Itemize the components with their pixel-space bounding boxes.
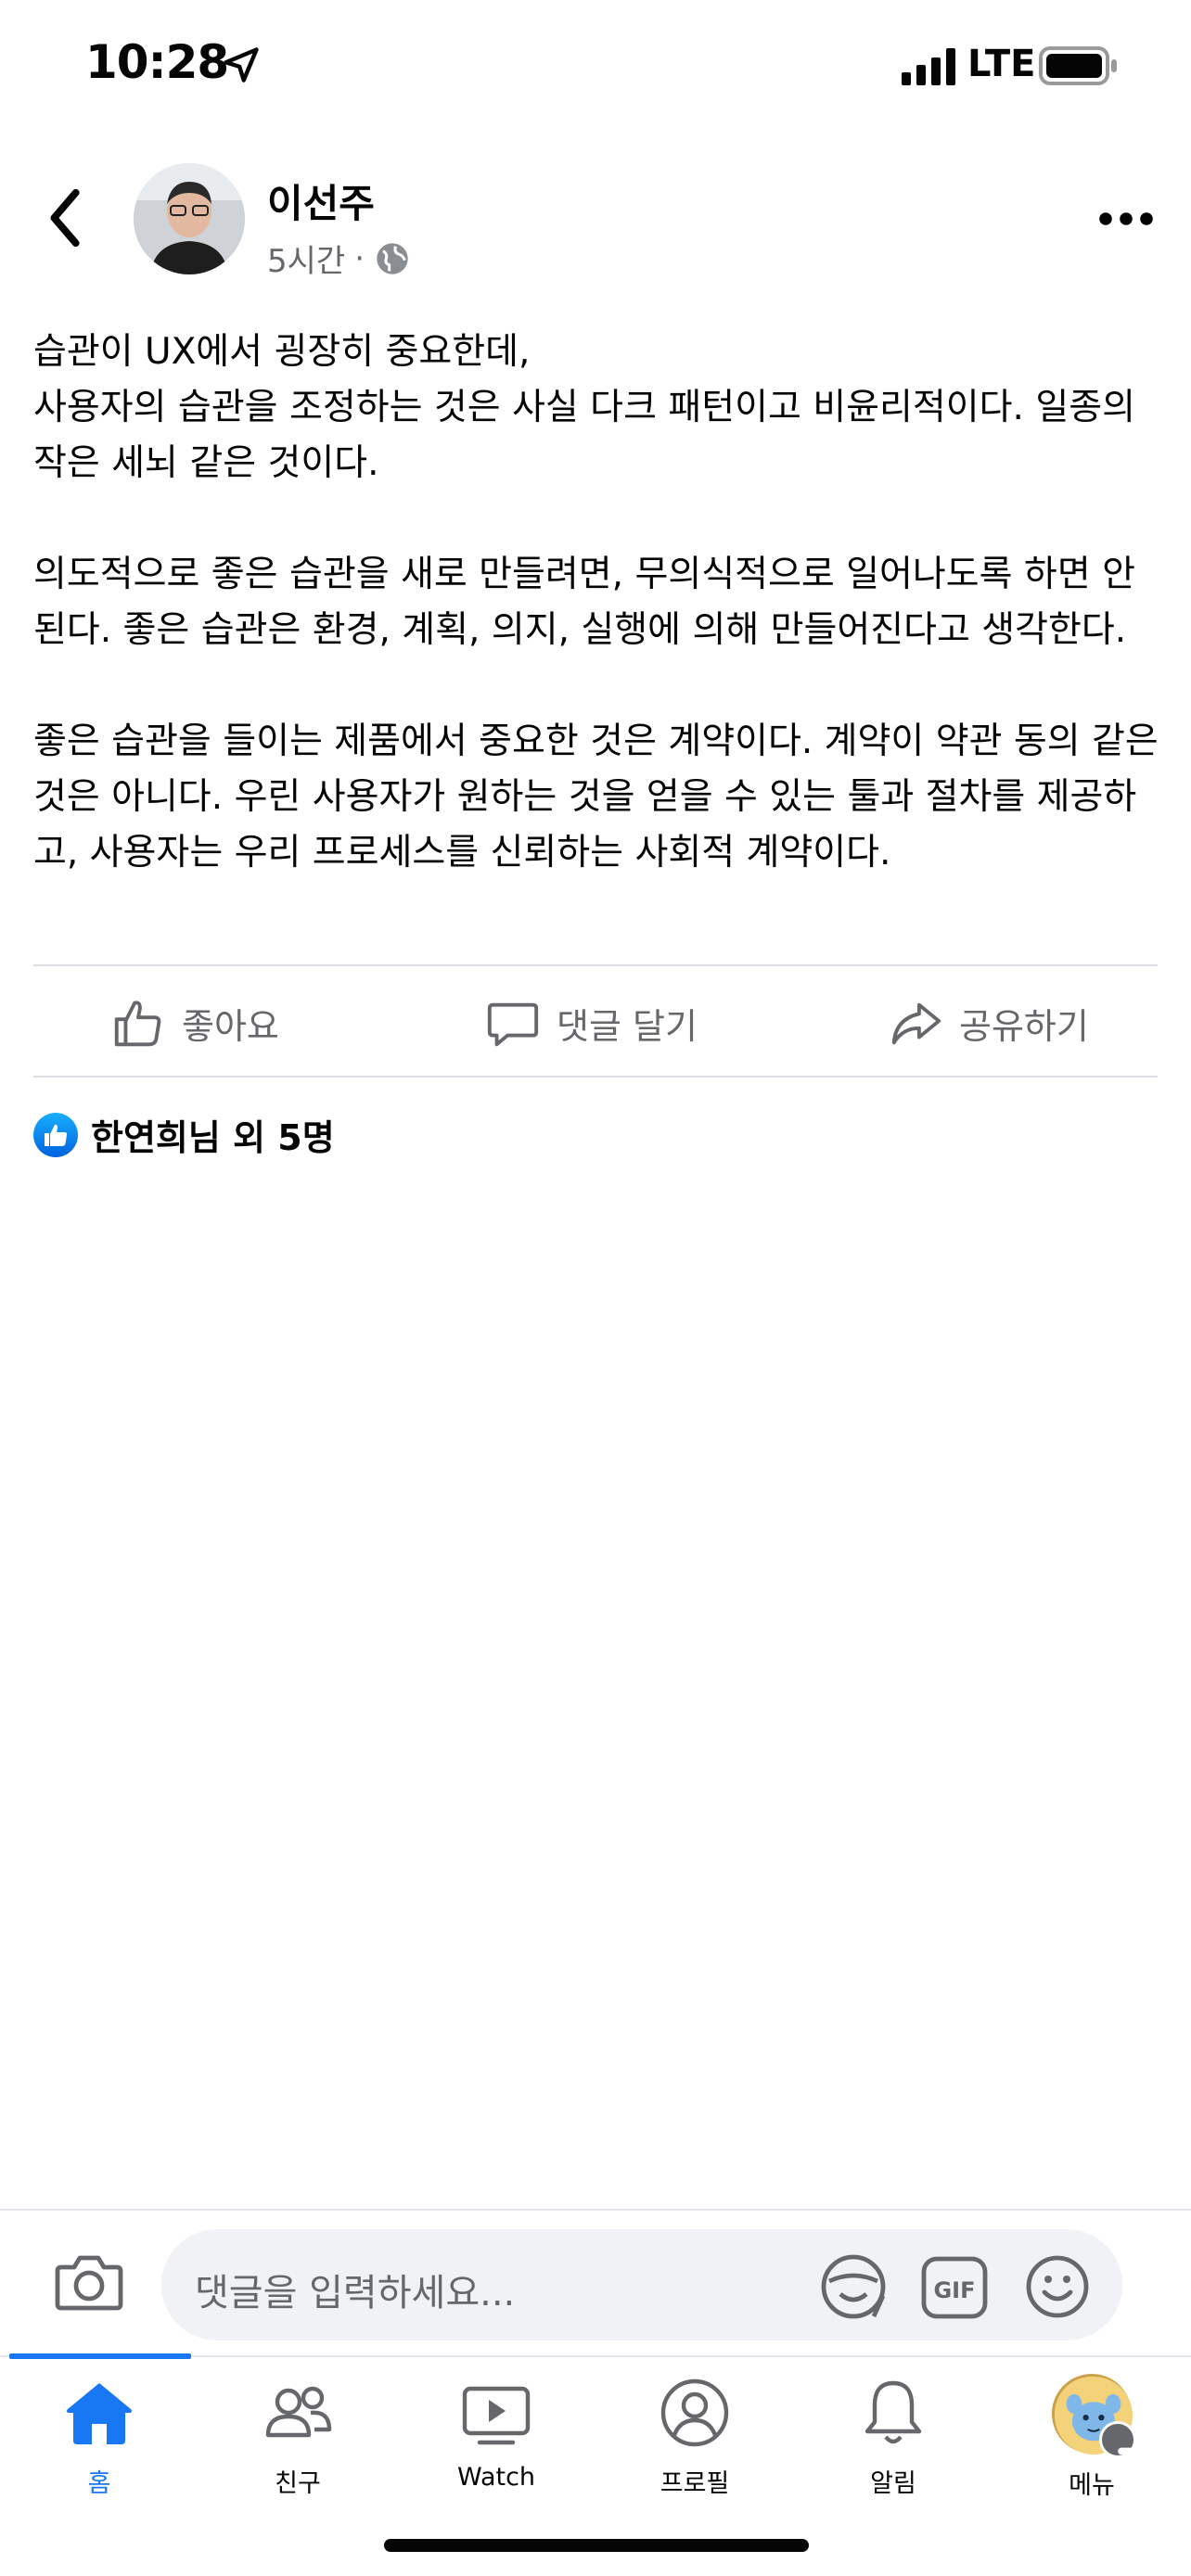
like-label: 좋아요 [182,1005,279,1047]
author-name[interactable]: 이선주 [267,172,375,229]
svg-text:GIF: GIF [933,2277,975,2303]
thumbs-up-icon [114,1001,161,1047]
menu-lines-icon [1099,2421,1164,2479]
post-meta: 5시간 · [267,236,411,281]
share-arrow-icon [891,1002,941,1045]
home-icon [67,2383,132,2444]
like-reaction-icon [33,1112,78,1157]
profile-icon [660,2378,729,2447]
tab-watch[interactable]: Watch [397,2374,596,2522]
tab-notifications[interactable]: 알림 [794,2374,992,2522]
share-label: 공유하기 [959,1005,1089,1047]
tab-label: 홈 [87,2469,111,2498]
share-button[interactable]: 공유하기 [887,990,1089,1055]
menu-avatar [1052,2374,1164,2479]
comment-placeholder: 댓글을 입력하세요... [195,2272,516,2315]
sticker-icon[interactable] [818,2251,889,2322]
signal-bars-icon [902,48,955,85]
active-tab-indicator [9,2353,191,2359]
composer-divider [0,2209,1191,2211]
globe-icon [377,242,408,274]
network-type: LTE [967,43,1036,85]
post-paragraph: 습관이 UX에서 굉장히 중요한데, 사용자의 습관을 조정하는 것은 사실 다… [33,325,1159,491]
meta-separator: · [354,239,365,277]
like-button[interactable]: 좋아요 [109,990,279,1055]
post-paragraph: 좋은 습관을 들이는 제품에서 중요한 것은 계약이다. 계약이 약관 동의 같… [33,714,1159,881]
comment-bubble-icon [487,1002,539,1047]
emoji-icon[interactable] [1024,2253,1091,2320]
author-photo [134,163,245,274]
comment-label: 댓글 달기 [557,1005,698,1047]
post-line: 의도적으로 좋은 습관을 새로 만들려면, 무의식적으로 일어나도록 하면 안된… [33,554,1135,651]
location-arrow-icon [224,47,259,83]
back-button[interactable] [41,185,93,250]
gif-icon[interactable]: GIF [920,2255,989,2320]
tab-label: Watch [456,2463,536,2492]
post-line: 좋은 습관을 들이는 제품에서 중요한 것은 계약이다. 계약이 약관 동의 같… [33,721,1159,874]
comment-input[interactable]: 댓글을 입력하세요... GIF [161,2229,1122,2340]
home-indicator[interactable] [384,2539,809,2552]
battery-icon [1039,46,1117,85]
tab-profile[interactable]: 프로필 [596,2374,794,2522]
post-time[interactable]: 5시간 [267,236,345,281]
author-avatar[interactable] [134,163,245,274]
post-paragraph: 의도적으로 좋은 습관을 새로 만들려면, 무의식적으로 일어나도록 하면 안된… [33,547,1159,658]
tab-friends[interactable]: 친구 [198,2374,397,2522]
reactions-divider [33,1076,1158,1078]
tab-home[interactable]: 홈 [0,2374,198,2522]
post-text: 습관이 UX에서 굉장히 중요한데, 사용자의 습관을 조정하는 것은 사실 다… [33,325,1159,881]
bell-icon [864,2380,922,2444]
status-time: 10:28 [85,35,229,89]
tab-label: 친구 [275,2469,321,2498]
comment-button[interactable]: 댓글 달기 [484,990,698,1055]
camera-button[interactable] [54,2250,124,2315]
tab-label: 알림 [870,2469,916,2498]
action-bar-divider [33,964,1158,966]
post-line: 습관이 UX에서 굉장히 중요한데, [33,331,531,373]
tab-label: 프로필 [660,2469,730,2498]
watch-icon [462,2386,531,2445]
reactions-summary[interactable]: 한연희님 외 5명 [33,1109,335,1160]
post-line: 사용자의 습관을 조정하는 것은 사실 다크 패턴이고 비윤리적이다. 일종의 … [33,387,1135,484]
status-bar: 10:28 LTE [0,0,1191,130]
reactions-text: 한연희님 외 5명 [91,1117,335,1158]
more-options-button[interactable] [1098,200,1154,237]
tab-menu[interactable]: 메뉴 [992,2374,1191,2522]
friends-icon [265,2386,332,2438]
